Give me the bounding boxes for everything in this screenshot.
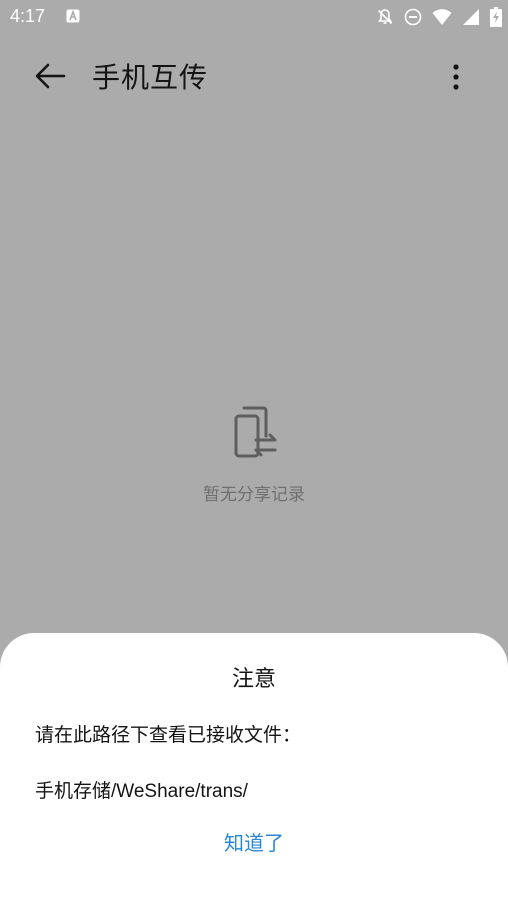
got-it-button[interactable]: 知道了 [194, 821, 314, 865]
dnd-icon [404, 8, 422, 26]
a-notification-icon [66, 9, 80, 23]
dialog-title: 注意 [231, 667, 276, 692]
screen: 4:17 手机互传 暂无分享记录 注意 请在此路径下查看已接收文件： 手机存储/… [0, 0, 508, 904]
more-vertical-icon[interactable] [444, 62, 468, 92]
app-bar: 手机互传 [0, 34, 508, 118]
status-icons [376, 7, 502, 27]
status-bar: 4:17 [0, 0, 508, 34]
page-title: 手机互传 [92, 61, 209, 94]
wifi-icon [432, 9, 452, 25]
signal-icon [463, 9, 479, 25]
dialog-path: 手机存储/WeShare/trans/ [35, 781, 248, 802]
arrow-left-icon[interactable] [34, 62, 66, 90]
status-time: 4:17 [10, 6, 46, 26]
dialog-message: 请在此路径下查看已接收文件： [35, 724, 302, 746]
battery-charging-icon [490, 7, 502, 27]
empty-state-text: 暂无分享记录 [203, 485, 305, 505]
notice-dialog: 注意 请在此路径下查看已接收文件： 手机存储/WeShare/trans/ 知道… [0, 633, 508, 904]
phone-transfer-icon [234, 406, 277, 458]
bell-off-icon [377, 9, 393, 25]
